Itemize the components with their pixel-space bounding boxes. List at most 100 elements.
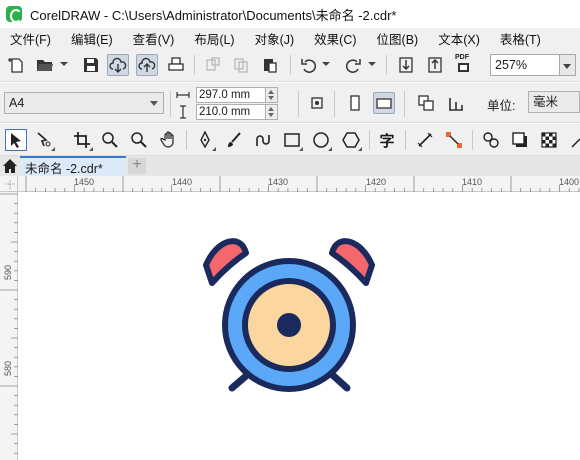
paste-icon: [264, 59, 277, 73]
toolbar-separator: [472, 130, 473, 150]
cloud-upload-button[interactable]: [136, 54, 158, 76]
pick-tool[interactable]: [5, 129, 27, 151]
all-pages-button[interactable]: [306, 92, 328, 114]
text-tool-glyph: 字: [379, 132, 395, 150]
bars-icon: [449, 98, 463, 111]
connector-tool[interactable]: [443, 129, 465, 151]
flyout-indicator-icon: [89, 147, 93, 151]
toolbar-separator: [170, 91, 171, 117]
new-tab-button[interactable]: +: [128, 157, 146, 174]
blend-icon: [483, 132, 499, 148]
pan-tool[interactable]: [158, 129, 180, 151]
page-size-select[interactable]: A4: [4, 92, 164, 114]
open-dropdown-arrow-icon[interactable]: [60, 62, 68, 66]
freehand-tool[interactable]: [252, 129, 274, 151]
connector-icon: [446, 132, 462, 148]
document-tab-bar: 未命名 -2.cdr* +: [0, 156, 580, 176]
menu-object[interactable]: 对象(J): [245, 29, 305, 48]
shape-tool[interactable]: [33, 129, 55, 151]
menu-text[interactable]: 文本(X): [428, 29, 490, 48]
bleed-button[interactable]: [415, 92, 437, 114]
height-dimension-icon: [176, 105, 190, 119]
zoom-out-tool[interactable]: [128, 129, 150, 151]
pen-tool[interactable]: [194, 129, 216, 151]
menu-file[interactable]: 文件(F): [0, 29, 61, 48]
save-icon: [84, 58, 98, 72]
document-tab[interactable]: 未命名 -2.cdr*: [20, 156, 126, 176]
artistic-media-tool[interactable]: [223, 129, 245, 151]
vertical-ruler[interactable]: 590 580: [0, 192, 18, 460]
polygon-tool[interactable]: [340, 129, 362, 151]
diagonal-line-icon: [417, 132, 433, 148]
cut-button[interactable]: [202, 54, 224, 76]
page-height-spinner[interactable]: [266, 104, 278, 120]
menu-view[interactable]: 查看(V): [123, 29, 185, 48]
export-button[interactable]: [424, 54, 446, 76]
menu-bar: 文件(F) 编辑(E) 查看(V) 布局(L) 对象(J) 效果(C) 位图(B…: [0, 28, 580, 48]
zoom-level-field[interactable]: 257%: [490, 54, 560, 76]
page-height-field[interactable]: 210.0 mm: [196, 104, 266, 120]
page-width-row: 297.0 mm: [176, 87, 290, 103]
alarm-clock-drawing[interactable]: [19, 193, 580, 460]
clock-left-bell: [203, 238, 249, 286]
menu-table[interactable]: 表格(T): [490, 29, 551, 48]
eyedropper-tool[interactable]: [568, 129, 580, 151]
text-tool[interactable]: 字: [376, 129, 398, 151]
undo-button[interactable]: [298, 54, 320, 76]
menu-layout[interactable]: 布局(L): [184, 29, 244, 48]
dimension-tool[interactable]: [414, 129, 436, 151]
pdf-label: PDF: [455, 54, 469, 61]
zoom-tool[interactable]: [99, 129, 121, 151]
cloud-download-button[interactable]: [107, 54, 129, 76]
print-button[interactable]: [165, 54, 187, 76]
toolbar-separator: [369, 130, 370, 150]
blend-tool[interactable]: [480, 129, 502, 151]
pages-icon: [418, 95, 434, 111]
save-button[interactable]: [80, 54, 102, 76]
page-width-field[interactable]: 297.0 mm: [196, 87, 266, 103]
crop-tool[interactable]: [71, 129, 93, 151]
portrait-button[interactable]: [344, 92, 366, 114]
flyout-indicator-icon: [299, 147, 303, 151]
landscape-button[interactable]: [373, 92, 395, 114]
menu-bitmaps[interactable]: 位图(B): [367, 29, 429, 48]
home-icon: [3, 159, 17, 173]
menu-edit[interactable]: 编辑(E): [61, 29, 123, 48]
redo-button[interactable]: [342, 54, 364, 76]
ruler-label: 1430: [268, 177, 289, 187]
undo-dropdown-arrow-icon[interactable]: [322, 62, 330, 66]
paste-button[interactable]: [259, 54, 281, 76]
rectangle-tool[interactable]: [281, 129, 303, 151]
new-document-icon: [8, 58, 23, 73]
horizontal-ruler[interactable]: 1450 1440 1430 1420 1410 1400: [18, 176, 580, 192]
publish-pdf-button[interactable]: PDF: [453, 54, 475, 76]
ruler-label: 1420: [366, 177, 387, 187]
drawing-canvas[interactable]: [19, 193, 580, 460]
redo-dropdown-arrow-icon[interactable]: [368, 62, 376, 66]
ellipse-tool[interactable]: [310, 129, 332, 151]
toolbar-separator: [186, 130, 187, 150]
coreldraw-window: CorelDRAW - C:\Users\Administrator\Docum…: [0, 0, 580, 460]
open-document-button[interactable]: [34, 54, 56, 76]
drop-shadow-tool[interactable]: [509, 129, 531, 151]
copy-button[interactable]: [230, 54, 252, 76]
ruler-origin[interactable]: [0, 176, 18, 192]
units-select[interactable]: 毫米: [528, 91, 580, 113]
open-folder-icon: [37, 60, 53, 71]
flyout-indicator-icon: [328, 147, 332, 151]
copy-icon: [234, 58, 248, 73]
import-button[interactable]: [395, 54, 417, 76]
welcome-home-button[interactable]: [2, 158, 18, 174]
new-document-button[interactable]: [6, 54, 28, 76]
ruler-label: 1400: [559, 177, 580, 187]
page-width-spinner[interactable]: [266, 87, 278, 103]
hand-icon: [160, 131, 174, 148]
coreldraw-logo-icon: [6, 6, 22, 23]
menu-effects[interactable]: 效果(C): [304, 29, 366, 48]
zoom-dropdown-button[interactable]: [560, 54, 576, 76]
portrait-icon: [350, 95, 360, 111]
clock-center-dot: [277, 313, 301, 337]
page-borders-button[interactable]: [445, 92, 467, 114]
document-tab-label: 未命名 -2.cdr*: [25, 161, 103, 176]
transparency-tool[interactable]: [538, 129, 560, 151]
